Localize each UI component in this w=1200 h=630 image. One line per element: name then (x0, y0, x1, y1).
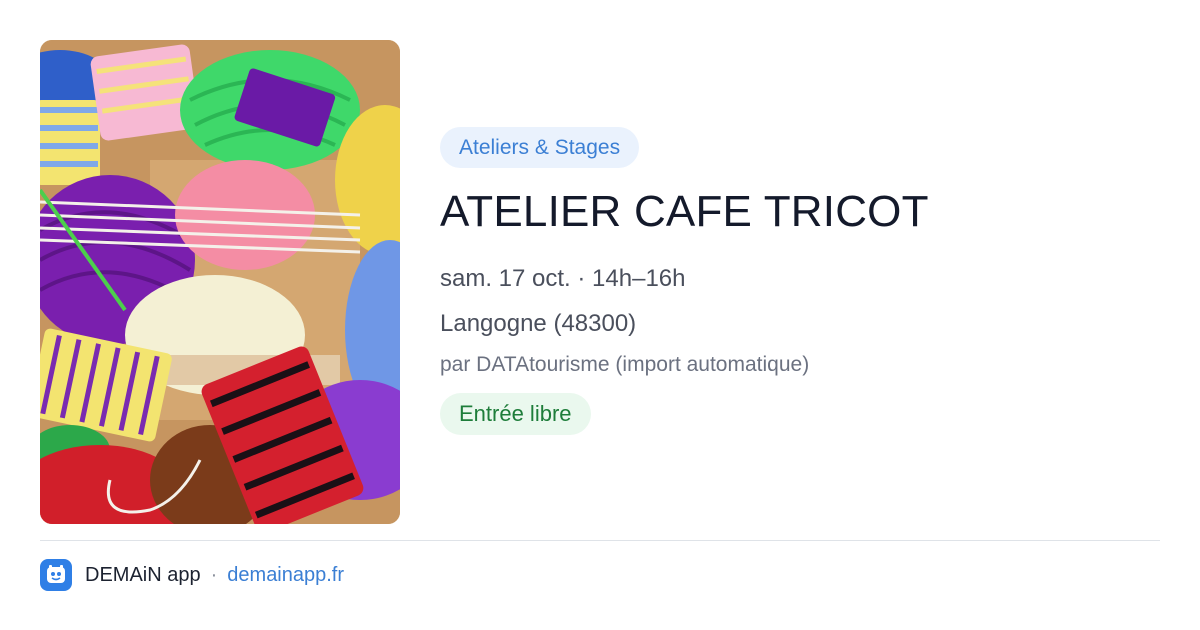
price-badge: Entrée libre (440, 393, 591, 435)
category-badge[interactable]: Ateliers & Stages (440, 127, 640, 168)
event-card: Ateliers & Stages ATELIER CAFE TRICOT sa… (0, 0, 1200, 630)
footer: DEMAiN app · demainapp.fr (40, 558, 344, 592)
footer-divider (40, 540, 1160, 541)
footer-separator: · (210, 563, 218, 586)
event-photo-yarn (40, 40, 400, 524)
event-location: Langogne (48300) (440, 310, 637, 337)
event-title: ATELIER CAFE TRICOT (440, 187, 929, 236)
event-datetime: sam. 17 oct. · 14h–16h (440, 265, 686, 292)
demain-app-icon[interactable] (40, 559, 72, 591)
event-info: Ateliers & Stages ATELIER CAFE TRICOT sa… (440, 127, 1160, 435)
event-source: par DATAtourisme (import automatique) (440, 353, 810, 376)
app-website-link[interactable]: demainapp.fr (227, 564, 344, 587)
app-name: DEMAiN app (85, 563, 201, 586)
